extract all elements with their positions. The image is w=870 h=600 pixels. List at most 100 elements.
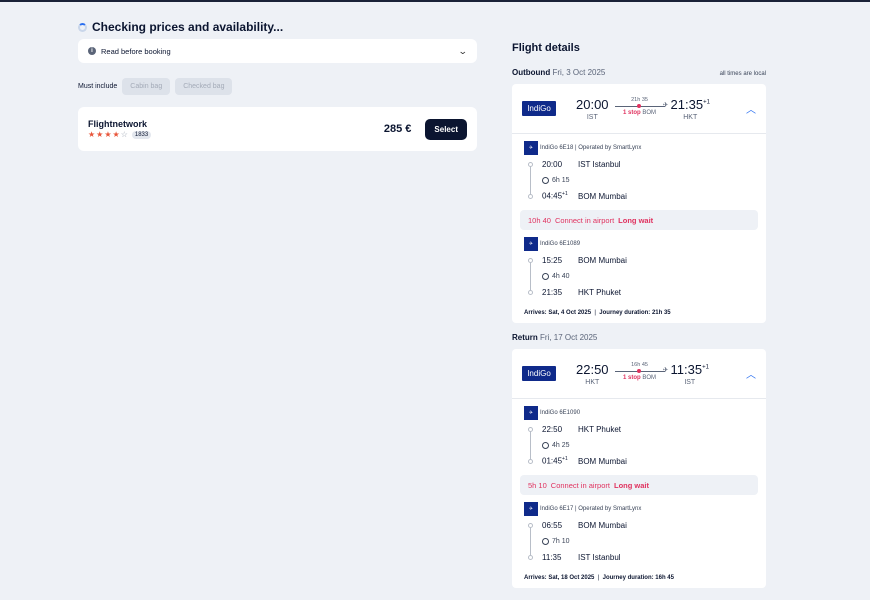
outbound-dep-time: 20:00 <box>576 96 609 112</box>
info-icon: i <box>88 47 96 55</box>
provider: Flightnetwork ★ ★ ★ ★ ☆ 1833 <box>88 119 384 139</box>
outbound-card: IndiGo 20:00 IST 21h 35 ✈ 1 stop BOM 21:… <box>512 84 766 323</box>
deal-card: Flightnetwork ★ ★ ★ ★ ☆ 1833 285 € Selec… <box>78 107 477 151</box>
segment-flight: IndiGo 6E1089 <box>540 241 581 247</box>
return-stop-code: BOM <box>642 374 657 381</box>
layover-warning: Long wait <box>613 480 649 490</box>
timeline-node <box>528 289 533 295</box>
provider-name: Flightnetwork <box>88 119 147 129</box>
local-times-note: all times are local <box>719 71 766 77</box>
outbound-date: Fri, 3 Oct 2025 <box>552 68 606 77</box>
plane-icon: ✈ <box>662 366 669 374</box>
airline-mini-logo: ✈ <box>524 237 538 251</box>
airline-mini-logo: ✈ <box>524 406 538 420</box>
timeline-node <box>528 426 533 432</box>
star-icon: ★ <box>104 130 112 139</box>
airline-logo: IndiGo <box>522 366 556 381</box>
segment-duration: 7h 10 <box>552 537 570 545</box>
timeline-node <box>528 257 533 263</box>
arrives-text: Arrives: Sat, 4 Oct 2025 <box>524 310 592 316</box>
chevron-down-icon: ⌄ <box>458 45 469 56</box>
journey-duration: Journey duration: 21h 35 <box>599 310 671 316</box>
outbound-segment-1: ✈ IndiGo 6E18 | Operated by SmartLynx 20:… <box>512 134 766 204</box>
airline-mini-logo: ✈ <box>524 141 538 155</box>
segment-arr-plus: +1 <box>562 456 568 463</box>
segment-dep-time: 20:00 <box>542 159 563 169</box>
outbound-route: 21h 35 ✈ 1 stop BOM <box>614 96 669 116</box>
segment-arr-place: IST Istanbul <box>578 552 621 562</box>
segment-flight: IndiGo 6E18 | Operated by SmartLynx <box>540 145 642 151</box>
outbound-header: Outbound Fri, 3 Oct 2025 all times are l… <box>512 68 766 80</box>
half-star-icon: ★ <box>112 130 120 139</box>
return-arr-time: 11:35 <box>670 361 703 377</box>
return-segment-2: ✈ IndiGo 6E17 | Operated by SmartLynx 06:… <box>512 501 766 565</box>
segment-arr-plus: +1 <box>562 191 568 198</box>
flight-details-title: Flight details <box>512 42 580 54</box>
segment-arr-time: 11:35 <box>542 552 562 562</box>
timeline-node <box>528 554 533 560</box>
timeline-line <box>530 258 531 294</box>
airline-logo: IndiGo <box>522 101 556 116</box>
chevron-up-icon[interactable]: ︿ <box>746 101 756 116</box>
outbound-arrives: Arrives: Sat, 4 Oct 2025 | Journey durat… <box>524 310 671 316</box>
segment-duration: 4h 40 <box>552 272 570 280</box>
segment-flight: IndiGo 6E17 | Operated by SmartLynx <box>540 506 642 512</box>
return-arr-code: IST <box>684 378 696 386</box>
cabin-bag-filter[interactable]: Cabin bag <box>122 77 171 95</box>
top-bar <box>0 0 870 2</box>
outbound-layover: 10h 40 Connect in airport Long wait <box>520 210 758 230</box>
segment-dep-time: 06:55 <box>542 520 563 530</box>
star-icon: ★ <box>88 130 96 139</box>
segment-duration: 6h 15 <box>552 176 570 184</box>
return-date: Fri, 17 Oct 2025 <box>540 333 598 342</box>
outbound-segment-2: ✈ IndiGo 6E1089 15:25 BOM Mumbai 4h 40 21:… <box>512 236 766 300</box>
plane-icon: ✈ <box>662 101 669 109</box>
outbound-duration: 21h 35 <box>631 96 648 103</box>
return-segment-1: ✈ IndiGo 6E1090 22:50 HKT Phuket 4h 25 01:… <box>512 399 766 469</box>
segment-dep-place: BOM Mumbai <box>578 520 627 530</box>
timeline-line <box>530 162 531 198</box>
return-layover: 5h 10 Connect in airport Long wait <box>520 475 758 495</box>
checked-bag-filter[interactable]: Checked bag <box>175 77 233 95</box>
return-arrives: Arrives: Sat, 18 Oct 2025 | Journey dura… <box>524 575 674 581</box>
journey-duration: Journey duration: 16h 45 <box>602 575 674 581</box>
must-include-filters: Must include Cabin bag Checked bag <box>78 77 477 95</box>
left-column: Checking prices and availability... i Re… <box>78 18 477 151</box>
segment-arr-time: 21:35 <box>542 287 563 297</box>
segment-duration: 4h 25 <box>552 441 570 449</box>
layover-warning: Long wait <box>618 215 654 225</box>
return-duration: 16h 45 <box>631 361 648 368</box>
return-summary[interactable]: IndiGo 22:50 HKT 16h 45 ✈ 1 stop BOM 11:… <box>512 349 766 399</box>
clock-icon <box>542 176 549 184</box>
timeline-node <box>528 193 533 199</box>
outbound-arr-code: HKT <box>683 113 698 121</box>
clock-icon <box>542 441 549 449</box>
checking-status: Checking prices and availability... <box>78 18 477 36</box>
timeline-line <box>530 427 531 463</box>
select-button[interactable]: Select <box>425 118 467 140</box>
outbound-summary[interactable]: IndiGo 20:00 IST 21h 35 ✈ 1 stop BOM 21:… <box>512 84 766 134</box>
segment-arr-time: 01:45 <box>542 456 563 466</box>
layover-text: Connect in airport <box>554 215 615 225</box>
outbound-stop-code: BOM <box>642 109 657 116</box>
return-card: IndiGo 22:50 HKT 16h 45 ✈ 1 stop BOM 11:… <box>512 349 766 588</box>
read-before-booking-toggle[interactable]: i Read before booking ⌄ <box>78 39 477 63</box>
segment-dep-place: BOM Mumbai <box>578 255 627 265</box>
return-label: Return <box>512 333 538 342</box>
segment-dep-place: IST Istanbul <box>578 159 621 169</box>
layover-text: Connect in airport <box>550 480 610 490</box>
segment-flight: IndiGo 6E1090 <box>540 410 581 416</box>
return-arr-plus: +1 <box>702 364 709 371</box>
timeline-line <box>530 523 531 559</box>
chevron-up-icon[interactable]: ︿ <box>746 366 756 381</box>
segment-arr-place: BOM Mumbai <box>578 456 627 466</box>
return-stops: 1 stop <box>623 374 641 381</box>
deal-price: 285 € <box>383 123 412 135</box>
layover-duration: 10h 40 <box>528 215 551 225</box>
provider-rating: ★ ★ ★ ★ ☆ 1833 <box>88 131 384 139</box>
segment-arr-place: HKT Phuket <box>578 287 621 297</box>
stop-dot <box>636 369 641 373</box>
outbound-label: Outbound <box>512 68 551 77</box>
segment-dep-time: 22:50 <box>542 424 563 434</box>
must-include-label: Must include <box>78 82 118 90</box>
